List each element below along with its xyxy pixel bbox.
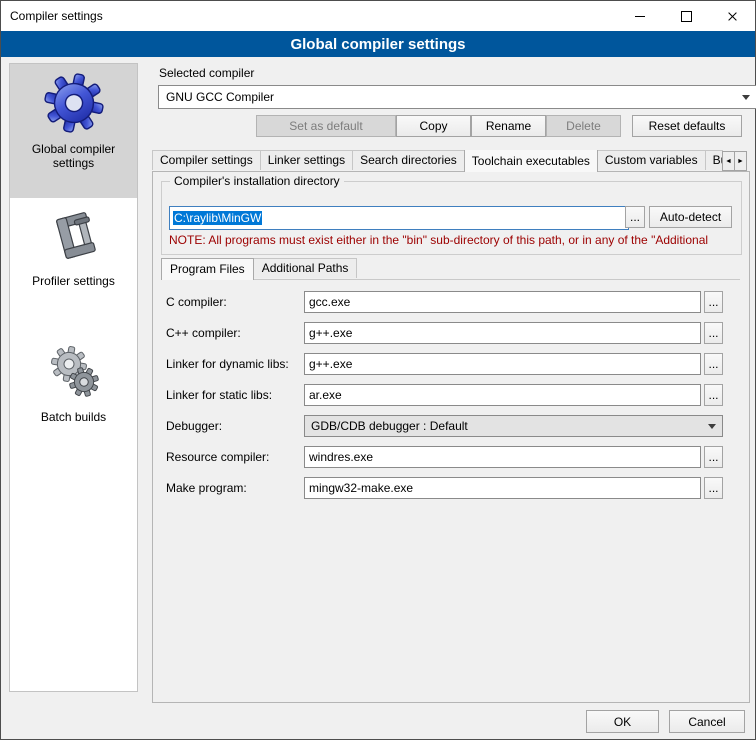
window-title: Compiler settings <box>10 9 103 23</box>
cpp-compiler-input[interactable]: g++.exe <box>304 322 701 344</box>
installation-directory-value: C:\raylib\MinGW <box>173 211 262 225</box>
ok-button[interactable]: OK <box>586 710 659 733</box>
selected-compiler-label: Selected compiler <box>159 66 254 80</box>
field-value: ar.exe <box>309 388 342 402</box>
browse-button[interactable]: ... <box>704 384 723 406</box>
field-label: Linker for dynamic libs: <box>166 353 289 375</box>
set-as-default-button[interactable]: Set as default <box>256 115 396 137</box>
field-label: C compiler: <box>166 291 227 313</box>
browse-button[interactable]: ... <box>704 477 723 499</box>
minimize-icon <box>635 16 645 17</box>
field-label: C++ compiler: <box>166 322 241 344</box>
reset-defaults-button[interactable]: Reset defaults <box>632 115 742 137</box>
tab-linker-settings[interactable]: Linker settings <box>260 150 353 170</box>
field-row: Make program: mingw32-make.exe ... <box>153 477 749 499</box>
program-files-tabstrip: Program Files Additional Paths <box>161 258 740 280</box>
make-program-input[interactable]: mingw32-make.exe <box>304 477 701 499</box>
linker-static-input[interactable]: ar.exe <box>304 384 701 406</box>
sidebar-item-label: Batch builds <box>18 410 130 424</box>
cancel-button[interactable]: Cancel <box>669 710 745 733</box>
field-value: mingw32-make.exe <box>309 481 413 495</box>
tab-program-files[interactable]: Program Files <box>161 258 254 280</box>
clamp-tool-icon <box>46 207 102 265</box>
tab-scroll-right-icon[interactable]: ► <box>734 151 747 171</box>
linker-dynamic-input[interactable]: g++.exe <box>304 353 701 375</box>
compiler-settings-window: Compiler settings Global compiler settin… <box>0 0 756 740</box>
sidebar-item-batch-builds[interactable]: Batch builds <box>10 332 137 466</box>
sidebar-item-profiler-settings[interactable]: Profiler settings <box>10 198 137 332</box>
auto-detect-button[interactable]: Auto-detect <box>649 206 732 228</box>
maximize-icon <box>681 11 692 22</box>
compiler-select-value: GNU GCC Compiler <box>166 90 274 104</box>
close-icon <box>727 11 738 22</box>
copy-button[interactable]: Copy <box>396 115 471 137</box>
field-value: GDB/CDB debugger : Default <box>311 419 468 433</box>
minimize-button[interactable] <box>617 1 663 31</box>
close-button[interactable] <box>709 1 755 31</box>
field-row: Linker for dynamic libs: g++.exe ... <box>153 353 749 375</box>
gray-gears-icon <box>44 341 104 401</box>
tab-additional-paths[interactable]: Additional Paths <box>253 258 358 278</box>
browse-button[interactable]: ... <box>704 322 723 344</box>
sidebar-item-global-compiler-settings[interactable]: Global compiler settings <box>10 64 137 198</box>
settings-sidebar: Global compiler settings Profiler settin… <box>9 63 138 692</box>
tab-compiler-settings[interactable]: Compiler settings <box>152 150 261 170</box>
field-value: gcc.exe <box>309 295 350 309</box>
field-label: Debugger: <box>166 415 222 437</box>
rename-button[interactable]: Rename <box>471 115 546 137</box>
field-value: windres.exe <box>309 450 373 464</box>
tab-scroll-buttons: ◄ ► <box>723 151 747 171</box>
tab-toolchain-executables[interactable]: Toolchain executables <box>464 150 598 172</box>
c-compiler-input[interactable]: gcc.exe <box>304 291 701 313</box>
window-controls <box>617 1 755 31</box>
browse-button[interactable]: ... <box>704 291 723 313</box>
chevron-down-icon <box>742 95 750 100</box>
tab-search-directories[interactable]: Search directories <box>352 150 465 170</box>
maximize-button[interactable] <box>663 1 709 31</box>
installation-directory-input[interactable]: C:\raylib\MinGW <box>169 206 629 230</box>
field-row: C++ compiler: g++.exe ... <box>153 322 749 344</box>
field-row: C compiler: gcc.exe ... <box>153 291 749 313</box>
field-row: Linker for static libs: ar.exe ... <box>153 384 749 406</box>
field-value: g++.exe <box>309 326 352 340</box>
note-text: NOTE: All programs must exist either in … <box>169 233 735 247</box>
resource-compiler-input[interactable]: windres.exe <box>304 446 701 468</box>
compiler-select[interactable]: GNU GCC Compiler <box>158 85 756 109</box>
browse-button[interactable]: ... <box>704 446 723 468</box>
titlebar[interactable]: Compiler settings <box>1 1 755 31</box>
field-row: Debugger: GDB/CDB debugger : Default <box>153 415 749 437</box>
debugger-select[interactable]: GDB/CDB debugger : Default <box>304 415 723 437</box>
gear-blue-icon <box>43 73 105 133</box>
field-label: Make program: <box>166 477 247 499</box>
sidebar-item-label: Global compiler settings <box>18 142 130 170</box>
installation-directory-browse-button[interactable]: ... <box>625 206 645 228</box>
delete-button[interactable]: Delete <box>546 115 621 137</box>
page-title: Global compiler settings <box>1 31 755 57</box>
browse-button[interactable]: ... <box>704 353 723 375</box>
installation-directory-group: Compiler's installation directory C:\ray… <box>161 181 742 255</box>
toolchain-panel: Compiler's installation directory C:\ray… <box>152 171 750 703</box>
installation-directory-group-title: Compiler's installation directory <box>170 174 344 188</box>
chevron-down-icon <box>708 424 716 429</box>
field-label: Linker for static libs: <box>166 384 272 406</box>
tab-custom-variables[interactable]: Custom variables <box>597 150 706 170</box>
settings-tabstrip: Compiler settings Linker settings Search… <box>152 150 723 172</box>
tab-build-options[interactable]: Build options <box>705 150 723 170</box>
sidebar-item-label: Profiler settings <box>18 274 130 288</box>
field-value: g++.exe <box>309 357 352 371</box>
field-row: Resource compiler: windres.exe ... <box>153 446 749 468</box>
field-label: Resource compiler: <box>166 446 269 468</box>
